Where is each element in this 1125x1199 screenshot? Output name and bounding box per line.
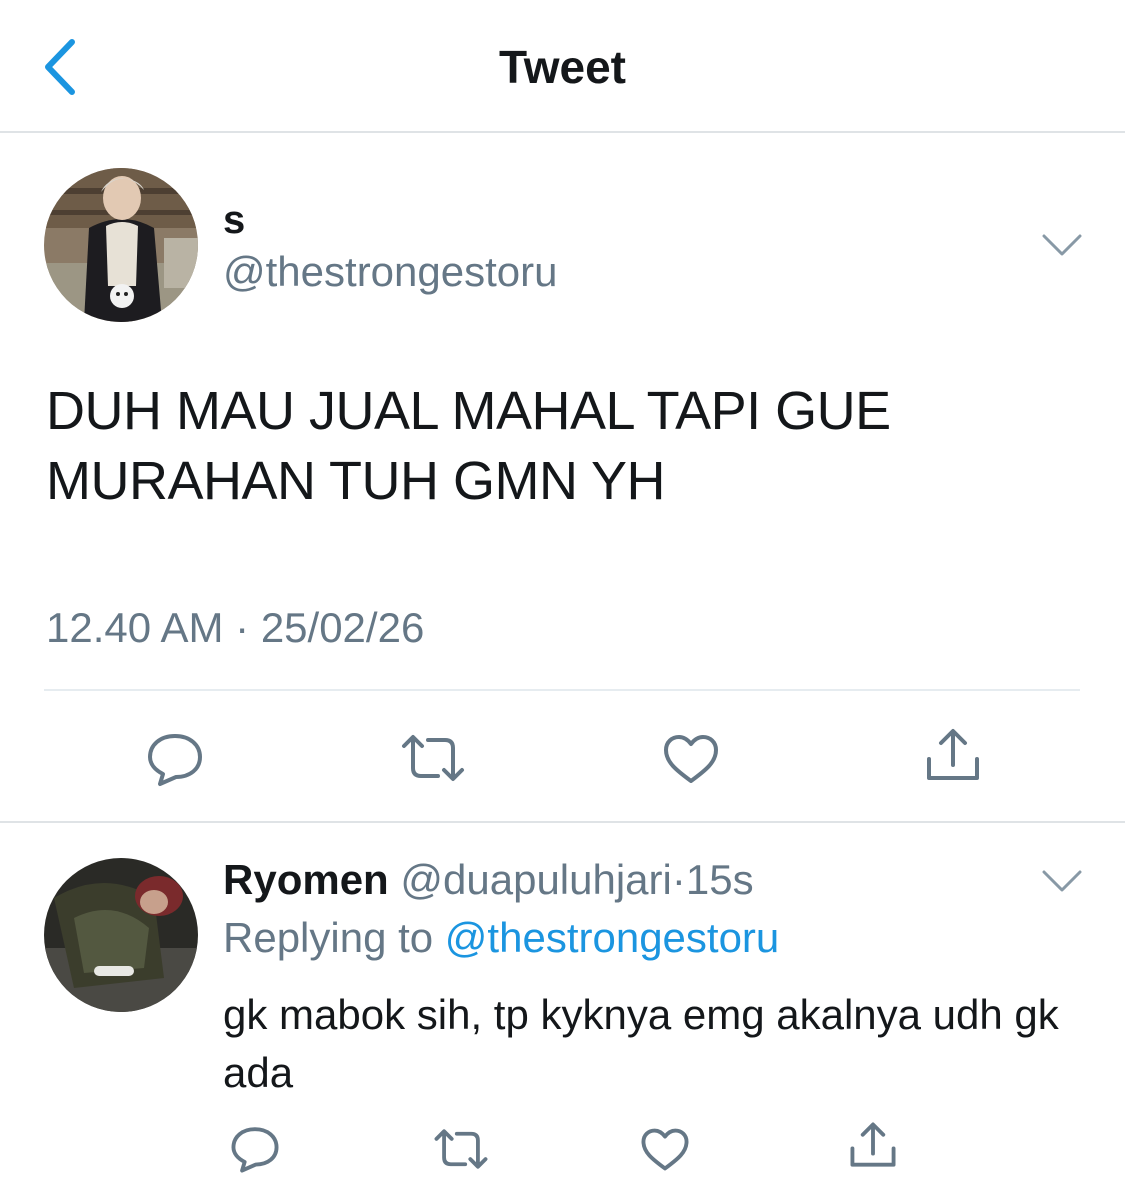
- reply-icon: [231, 1127, 279, 1173]
- section-divider: [0, 821, 1125, 823]
- reply-age: 15s: [685, 856, 754, 903]
- reply-button[interactable]: [146, 730, 204, 793]
- page-title: Tweet: [499, 41, 626, 93]
- tweet-options-button[interactable]: [1040, 230, 1084, 265]
- reply-options-button[interactable]: [1040, 866, 1084, 901]
- tweet-text: DUH MAU JUAL MAHAL TAPI GUE MURAHAN TUH …: [46, 381, 891, 511]
- avatar-photo: [44, 858, 198, 1012]
- header-divider: [0, 131, 1125, 133]
- top-nav-bar: Tweet: [0, 0, 1125, 132]
- tweet-timestamp: 12.40 AM · 25/02/26: [46, 604, 424, 652]
- tweet-time: 12.40 AM: [46, 604, 224, 651]
- retweet-icon: [402, 735, 464, 781]
- back-button[interactable]: [38, 36, 88, 98]
- reply-reply-button[interactable]: [230, 1124, 280, 1179]
- retweet-button[interactable]: [400, 732, 466, 789]
- chevron-left-icon: [45, 39, 75, 95]
- meta-separator: ·: [235, 604, 250, 651]
- avatar-photo: [44, 168, 198, 322]
- meta-separator: ·: [671, 856, 686, 903]
- share-button[interactable]: [924, 727, 982, 788]
- reply-icon: [148, 734, 202, 786]
- reply-author-display-name[interactable]: Ryomen: [223, 856, 389, 903]
- tweet-date: 25/02/26: [260, 604, 425, 651]
- replying-to-label: Replying to: [223, 914, 434, 961]
- tweet-divider: [44, 689, 1080, 691]
- author-avatar[interactable]: [44, 168, 198, 322]
- reply-header: Ryomen @duapuluhjari·15s: [223, 856, 754, 904]
- reply-share-button[interactable]: [848, 1121, 898, 1174]
- share-icon: [927, 729, 979, 780]
- share-icon: [850, 1122, 896, 1167]
- chevron-down-icon: [1042, 234, 1082, 256]
- reply-author-avatar[interactable]: [44, 858, 198, 1012]
- reply-retweet-button[interactable]: [433, 1127, 489, 1176]
- replying-to-mention[interactable]: @thestrongestoru: [445, 914, 779, 961]
- like-icon: [664, 735, 718, 783]
- reply-text: gk mabok sih, tp kyknya emg akalnya udh …: [223, 991, 1059, 1096]
- retweet-icon: [434, 1129, 488, 1169]
- reply-author-handle[interactable]: @duapuluhjari: [400, 856, 671, 903]
- like-button[interactable]: [662, 733, 720, 790]
- author-handle[interactable]: @thestrongestoru: [223, 248, 557, 296]
- author-display-name[interactable]: s: [223, 198, 245, 243]
- replying-to-line: Replying to @thestrongestoru: [223, 914, 779, 962]
- like-icon: [641, 1128, 689, 1171]
- reply-like-button[interactable]: [640, 1127, 690, 1177]
- chevron-down-icon: [1042, 870, 1082, 892]
